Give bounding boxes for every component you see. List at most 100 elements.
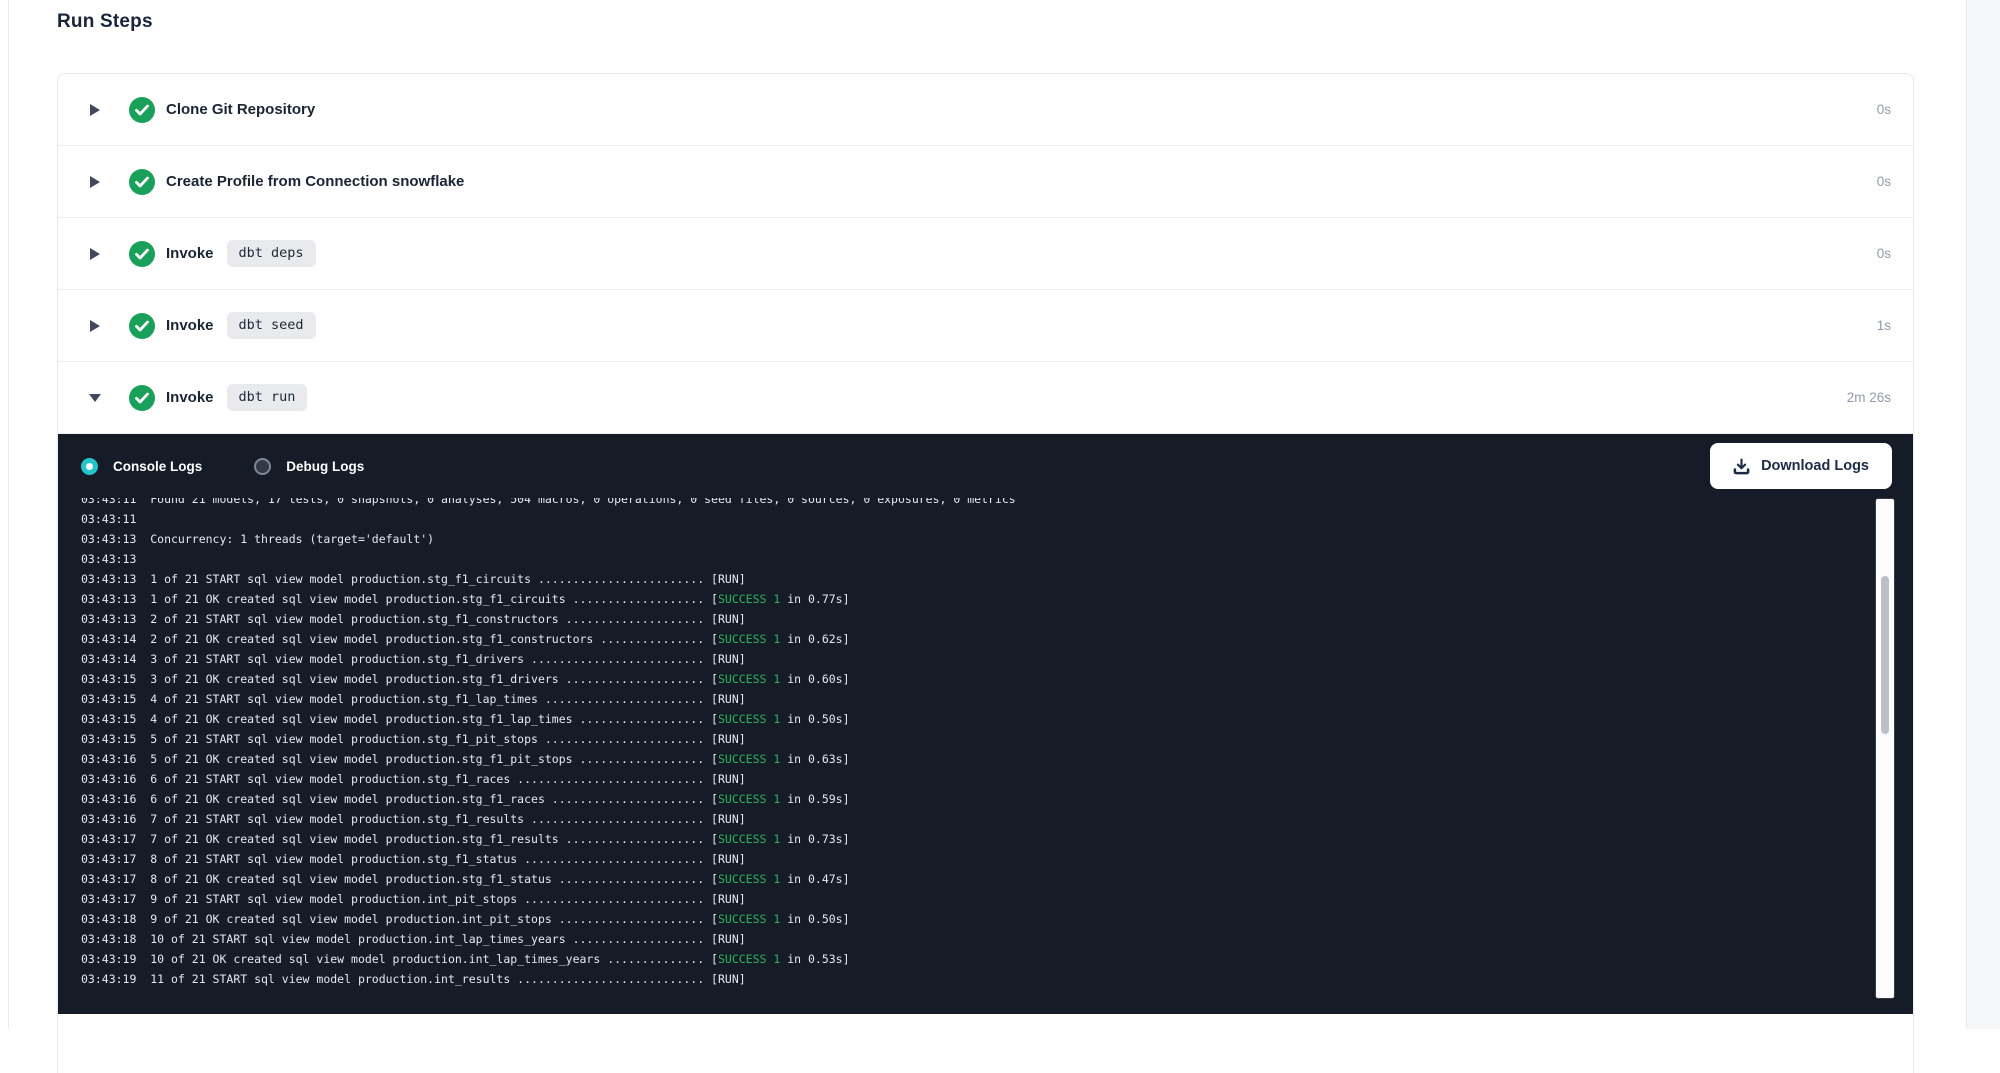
run-step-row[interactable]: Invoke dbt seed 1s xyxy=(58,290,1913,362)
log-text-segment: in 0.77s] xyxy=(780,592,849,606)
step-label: Create Profile from Connection snowflake xyxy=(166,173,464,190)
chevron-right-icon xyxy=(88,247,102,261)
log-text-segment: 03:43:14 3 of 21 START sql view model pr… xyxy=(81,652,746,666)
success-check-icon xyxy=(129,97,155,123)
log-success-segment: SUCCESS 1 xyxy=(718,592,780,606)
log-text-segment: in 0.62s] xyxy=(780,632,849,646)
step-command-badge: dbt deps xyxy=(227,240,316,267)
log-text-segment: 03:43:15 5 of 21 START sql view model pr… xyxy=(81,732,746,746)
log-line: 03:43:16 7 of 21 START sql view model pr… xyxy=(81,809,1871,829)
chevron-right-icon xyxy=(88,319,102,333)
log-text-segment: 03:43:15 4 of 21 START sql view model pr… xyxy=(81,692,746,706)
run-step-row[interactable]: Invokedbt deps0s xyxy=(58,218,1913,290)
log-line: 03:43:11 Found 21 models, 17 tests, 0 sn… xyxy=(81,498,1871,509)
step-duration: 0s xyxy=(1877,246,1891,261)
chevron-right-icon xyxy=(88,175,102,189)
log-line: 03:43:16 6 of 21 START sql view model pr… xyxy=(81,769,1871,789)
log-text-segment: 03:43:14 2 of 21 OK created sql view mod… xyxy=(81,632,718,646)
log-line: 03:43:15 4 of 21 OK created sql view mod… xyxy=(81,709,1871,729)
log-success-segment: SUCCESS 1 xyxy=(718,712,780,726)
log-text-segment: 03:43:19 11 of 21 START sql view model p… xyxy=(81,972,746,986)
step-duration: 0s xyxy=(1877,174,1891,189)
download-logs-label: Download Logs xyxy=(1761,458,1869,474)
run-step-row[interactable]: Create Profile from Connection snowflake… xyxy=(58,146,1913,218)
log-line: 03:43:16 5 of 21 OK created sql view mod… xyxy=(81,749,1871,769)
log-text-segment: 03:43:17 7 of 21 OK created sql view mod… xyxy=(81,832,718,846)
run-step-row[interactable]: Clone Git Repository 0s xyxy=(58,74,1913,146)
log-success-segment: SUCCESS 1 xyxy=(718,672,780,686)
success-check-icon xyxy=(129,241,155,267)
log-line: 03:43:17 7 of 21 OK created sql view mod… xyxy=(81,829,1871,849)
log-type-radio-console[interactable]: Console Logs xyxy=(81,458,202,475)
log-line: 03:43:13 2 of 21 START sql view model pr… xyxy=(81,609,1871,629)
success-check-icon xyxy=(129,169,155,195)
log-text-segment: 03:43:16 6 of 21 START sql view model pr… xyxy=(81,772,746,786)
log-line: 03:43:14 2 of 21 OK created sql view mod… xyxy=(81,629,1871,649)
log-line: 03:43:18 9 of 21 OK created sql view mod… xyxy=(81,909,1871,929)
log-success-segment: SUCCESS 1 xyxy=(718,952,780,966)
log-line: 03:43:13 xyxy=(81,549,1871,569)
log-line: 03:43:18 10 of 21 START sql view model p… xyxy=(81,929,1871,949)
log-success-segment: SUCCESS 1 xyxy=(718,792,780,806)
log-line: 03:43:15 4 of 21 START sql view model pr… xyxy=(81,689,1871,709)
log-text-segment: in 0.63s] xyxy=(780,752,849,766)
log-line: 03:43:17 8 of 21 OK created sql view mod… xyxy=(81,869,1871,889)
log-line: 03:43:15 3 of 21 OK created sql view mod… xyxy=(81,669,1871,689)
log-text-segment: in 0.60s] xyxy=(780,672,849,686)
radio-unselected-icon[interactable] xyxy=(254,458,271,475)
step-label: Clone Git Repository xyxy=(166,101,315,118)
log-line: 03:43:13 1 of 21 OK created sql view mod… xyxy=(81,589,1871,609)
log-text-segment: 03:43:16 7 of 21 START sql view model pr… xyxy=(81,812,746,826)
log-type-radio-group: Console Logs Debug Logs xyxy=(81,458,364,475)
log-line: 03:43:13 1 of 21 START sql view model pr… xyxy=(81,569,1871,589)
success-check-icon xyxy=(129,313,155,339)
log-scrollbar-thumb[interactable] xyxy=(1881,576,1889,734)
radio-selected-icon[interactable] xyxy=(81,458,98,475)
log-text-segment: 03:43:13 2 of 21 START sql view model pr… xyxy=(81,612,746,626)
run-steps-list: Clone Git Repository0sCreate Profile fro… xyxy=(58,74,1913,434)
right-panel-gutter xyxy=(1966,0,2000,1029)
log-text-segment: 03:43:18 10 of 21 START sql view model p… xyxy=(81,932,746,946)
log-scrollbar-track[interactable] xyxy=(1876,499,1894,998)
log-text-segment: in 0.53s] xyxy=(780,952,849,966)
left-panel-divider xyxy=(8,0,9,1029)
step-label: Invoke xyxy=(166,389,214,406)
log-text-segment: in 0.50s] xyxy=(780,712,849,726)
log-line: 03:43:17 9 of 21 START sql view model pr… xyxy=(81,889,1871,909)
step-label: Invoke xyxy=(166,317,214,334)
radio-label: Console Logs xyxy=(113,459,202,474)
log-success-segment: SUCCESS 1 xyxy=(718,912,780,926)
run-steps-card: Clone Git Repository0sCreate Profile fro… xyxy=(57,73,1914,1073)
log-success-segment: SUCCESS 1 xyxy=(718,872,780,886)
log-line: 03:43:11 xyxy=(81,509,1871,529)
step-duration: 1s xyxy=(1877,318,1891,333)
log-text-segment: 03:43:13 xyxy=(81,552,136,566)
log-line: 03:43:15 5 of 21 START sql view model pr… xyxy=(81,729,1871,749)
step-duration: 0s xyxy=(1877,102,1891,117)
log-line: 03:43:19 10 of 21 OK created sql view mo… xyxy=(81,949,1871,969)
log-text-segment: 03:43:13 Concurrency: 1 threads (target=… xyxy=(81,532,434,546)
log-text-segment: 03:43:18 9 of 21 OK created sql view mod… xyxy=(81,912,718,926)
log-line: 03:43:17 8 of 21 START sql view model pr… xyxy=(81,849,1871,869)
log-line: 03:43:16 6 of 21 OK created sql view mod… xyxy=(81,789,1871,809)
console-log-output[interactable]: 03:43:11 Found 21 models, 17 tests, 0 sn… xyxy=(58,498,1871,1014)
log-text-segment: 03:43:13 1 of 21 OK created sql view mod… xyxy=(81,592,718,606)
chevron-down-icon xyxy=(88,391,102,405)
run-step-row[interactable]: Invokedbt run2m 26s xyxy=(58,362,1913,434)
success-check-icon xyxy=(129,385,155,411)
page-title: Run Steps xyxy=(57,11,153,33)
download-logs-button[interactable]: Download Logs xyxy=(1710,443,1892,489)
log-text-segment: 03:43:17 9 of 21 START sql view model pr… xyxy=(81,892,746,906)
card-tail xyxy=(58,1014,1913,1073)
chevron-right-icon xyxy=(88,103,102,117)
step-command-badge: dbt run xyxy=(227,384,308,411)
log-type-radio-debug[interactable]: Debug Logs xyxy=(254,458,364,475)
log-text-segment: 03:43:17 8 of 21 START sql view model pr… xyxy=(81,852,746,866)
log-text-segment: 03:43:16 5 of 21 OK created sql view mod… xyxy=(81,752,718,766)
log-text-segment: 03:43:13 1 of 21 START sql view model pr… xyxy=(81,572,746,586)
log-text-segment: in 0.50s] xyxy=(780,912,849,926)
log-success-segment: SUCCESS 1 xyxy=(718,832,780,846)
log-text-segment: 03:43:11 xyxy=(81,512,136,526)
log-text-segment: 03:43:17 8 of 21 OK created sql view mod… xyxy=(81,872,718,886)
step-command-badge: dbt seed xyxy=(227,312,316,339)
